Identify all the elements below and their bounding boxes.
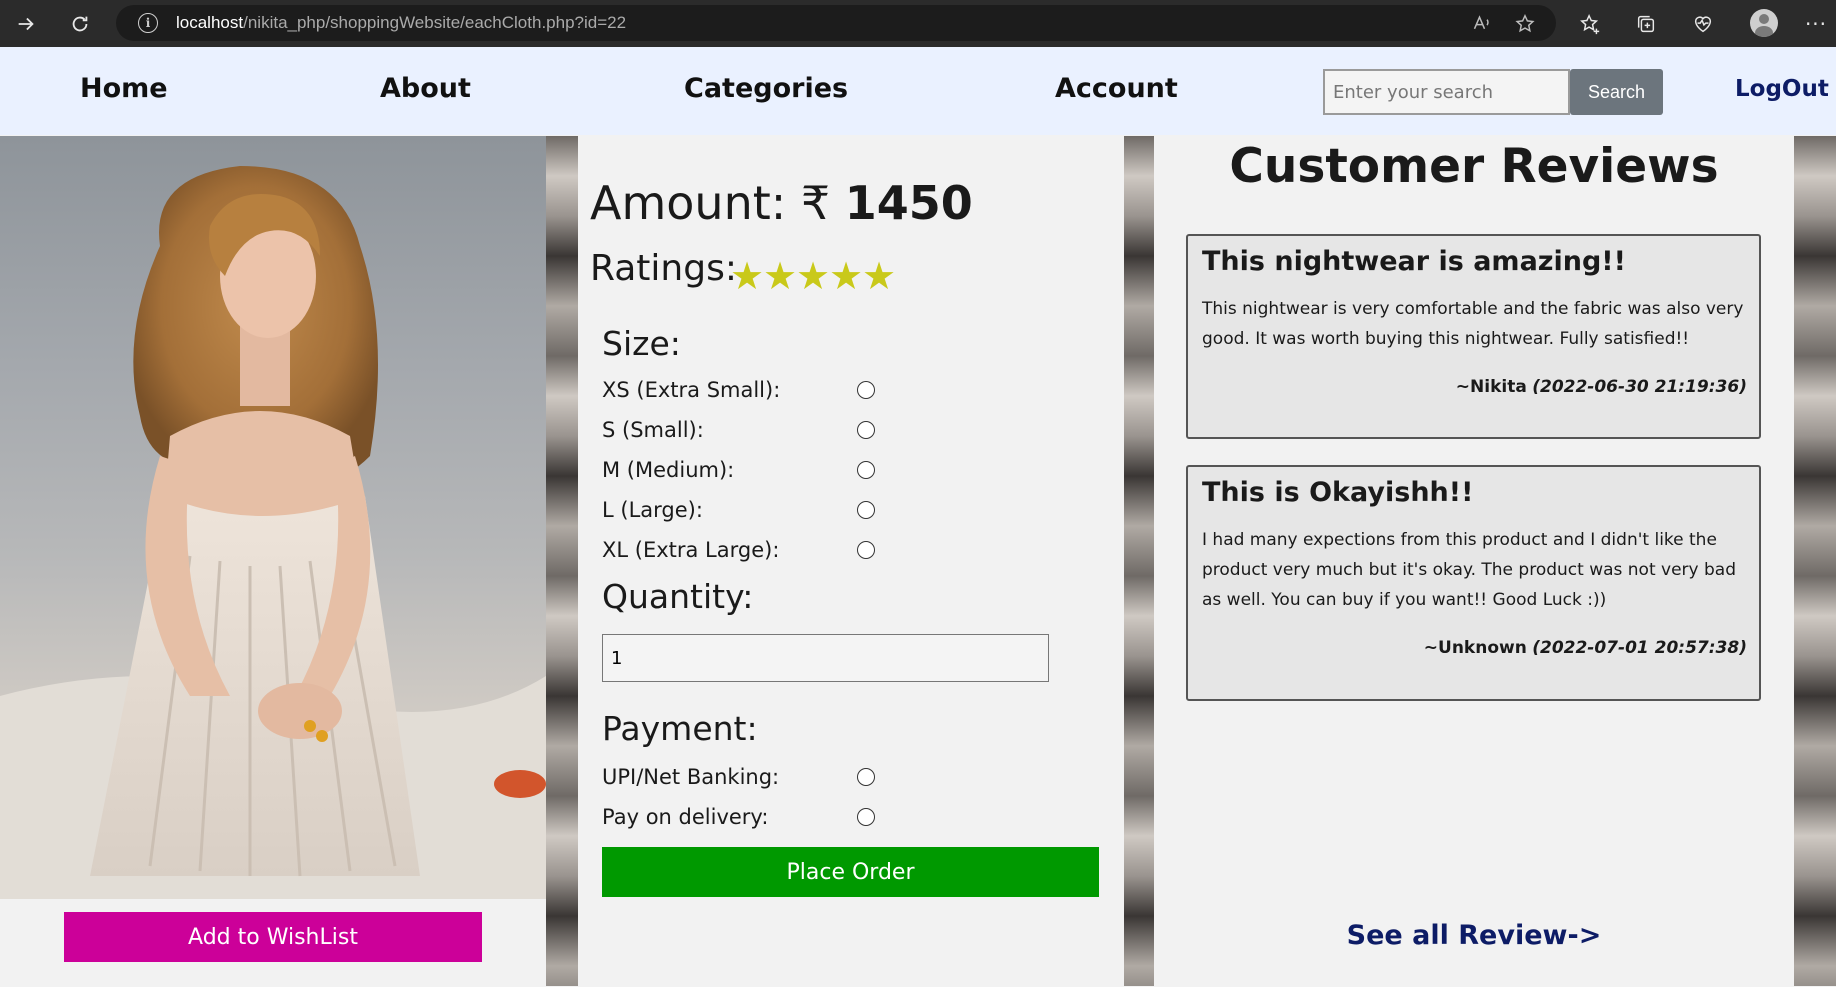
size-radio-s[interactable] [857, 421, 875, 439]
address-bar[interactable]: i localhost/nikita_php/shoppingWebsite/e… [116, 5, 1556, 41]
review-card: This is Okayishh!! I had many expections… [1186, 465, 1761, 701]
nav-home[interactable]: Home [80, 73, 168, 104]
amount-label: Amount: ₹ [590, 176, 831, 230]
review-card: This nightwear is amazing!! This nightwe… [1186, 234, 1761, 439]
place-order-button[interactable]: Place Order [602, 847, 1099, 897]
site-navbar: Home About Categories Account Search Log… [0, 47, 1836, 135]
size-label-m: M (Medium): [602, 458, 735, 482]
payment-radio-cod[interactable] [857, 808, 875, 826]
size-title: Size: [602, 324, 681, 363]
collections-icon[interactable] [1630, 8, 1662, 40]
amount-text: Amount: ₹ 1450 [590, 176, 973, 230]
profile-avatar[interactable] [1750, 9, 1778, 37]
size-label-xl: XL (Extra Large): [602, 538, 780, 562]
star-icon: ★ [829, 254, 864, 298]
size-radio-xs[interactable] [857, 381, 875, 399]
favorites-icon[interactable] [1574, 8, 1606, 40]
review-body: This nightwear is very comfortable and t… [1202, 299, 1744, 349]
star-icon: ★ [862, 254, 897, 298]
review-title: This is Okayishh!! [1202, 477, 1474, 508]
background-strip-middle [1124, 136, 1154, 986]
add-to-wishlist-button[interactable]: Add to WishList [64, 912, 482, 962]
review-author-name: ~Unknown [1423, 638, 1527, 658]
forward-icon[interactable] [10, 8, 42, 40]
nav-account[interactable]: Account [1055, 73, 1178, 104]
add-favorite-icon[interactable] [1514, 13, 1536, 40]
star-icon: ★ [763, 254, 798, 298]
nav-about[interactable]: About [380, 73, 471, 104]
payment-title: Payment: [602, 709, 758, 748]
size-label-l: L (Large): [602, 498, 703, 522]
background-strip-left [546, 136, 578, 986]
see-all-reviews-link[interactable]: See all Review-> [1154, 920, 1794, 951]
review-author: ~Unknown (2022-07-01 20:57:38) [1424, 638, 1747, 658]
url-text[interactable]: localhost/nikita_php/shoppingWebsite/eac… [176, 13, 626, 33]
review-title: This nightwear is amazing!! [1202, 246, 1626, 277]
size-label-xs: XS (Extra Small): [602, 378, 781, 402]
payment-label-upi: UPI/Net Banking: [602, 765, 780, 789]
size-radio-l[interactable] [857, 501, 875, 519]
ratings-label: Ratings: [590, 248, 737, 289]
logout-link[interactable]: LogOut [1735, 76, 1829, 102]
site-info-icon[interactable]: i [138, 13, 158, 33]
size-label-s: S (Small): [602, 418, 704, 442]
size-radio-m[interactable] [857, 461, 875, 479]
star-icon: ★ [730, 254, 765, 298]
browser-essentials-icon[interactable] [1687, 8, 1719, 40]
product-image [0, 136, 546, 899]
search-button[interactable]: Search [1570, 69, 1663, 115]
review-body: I had many expections from this product … [1202, 530, 1736, 610]
nav-categories[interactable]: Categories [684, 73, 848, 104]
payment-radio-upi[interactable] [857, 768, 875, 786]
refresh-icon[interactable] [64, 8, 96, 40]
search-input[interactable] [1323, 69, 1570, 115]
size-radio-xl[interactable] [857, 541, 875, 559]
more-menu-icon[interactable]: ··· [1800, 8, 1832, 40]
review-date: (2022-06-30 21:19:36) [1532, 377, 1747, 397]
quantity-title: Quantity: [602, 577, 754, 616]
read-aloud-icon[interactable] [1472, 13, 1492, 38]
amount-value: 1450 [844, 176, 973, 230]
browser-toolbar: i localhost/nikita_php/shoppingWebsite/e… [0, 0, 1836, 47]
quantity-input[interactable] [602, 634, 1049, 682]
payment-label-cod: Pay on delivery: [602, 805, 769, 829]
rating-stars: ★ ★ ★ ★ ★ [730, 254, 897, 298]
review-author: ~Nikita (2022-06-30 21:19:36) [1456, 377, 1747, 397]
star-icon: ★ [796, 254, 831, 298]
review-date: (2022-07-01 20:57:38) [1532, 638, 1747, 658]
background-strip-right [1794, 136, 1836, 986]
review-author-name: ~Nikita [1455, 377, 1527, 397]
reviews-heading: Customer Reviews [1229, 139, 1719, 194]
